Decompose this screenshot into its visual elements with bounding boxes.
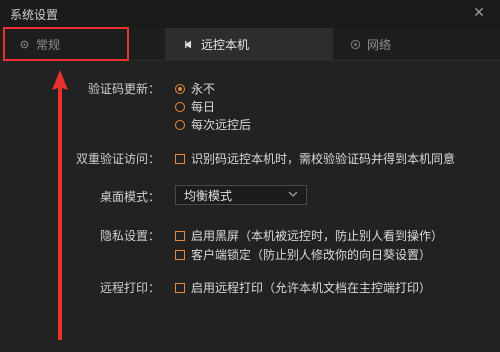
privacy-option-blackscreen[interactable]: 启用黑屏（本机被远控时，防止别人看到操作） [175,227,443,244]
radio-daily[interactable] [175,101,185,112]
radio-after-remote[interactable] [175,119,185,130]
settings-window: 系统设置 ✕ 常规 远控本机 网络 验证码更新： 永不 每日 每次远控后 双重验… [0,0,500,352]
two-step-label: 双重验证访问： [75,152,160,166]
two-step-checkbox[interactable] [175,153,185,164]
captcha-option-daily[interactable]: 每日 [175,98,215,115]
desktop-mode-label: 桌面模式： [99,190,160,204]
captcha-update-label: 验证码更新： [87,82,160,96]
privacy-option-client-lock[interactable]: 客户端锁定（防止别人修改你的向日葵设置） [175,246,431,263]
window-title: 系统设置 [10,7,59,22]
remote-print-option-label: 启用远程打印（允许本机文档在主控端打印） [191,281,432,295]
client-lock-checkbox[interactable] [175,249,185,260]
remote-icon [183,38,195,50]
two-step-option-label: 识别码远控本机时，需校验验证码并得到本机同意 [191,152,456,166]
captcha-option-after-remote[interactable]: 每次远控后 [175,116,251,133]
title-bar: 系统设置 ✕ [0,0,500,28]
blackscreen-checkbox[interactable] [175,230,185,241]
remote-print-label: 远程打印： [99,281,160,295]
desktop-mode-value: 均衡模式 [184,188,233,203]
desktop-mode-select[interactable]: 均衡模式 [175,185,307,205]
close-icon[interactable]: ✕ [472,6,486,20]
privacy-option-blackscreen-label: 启用黑屏（本机被远控时，防止别人看到操作） [191,229,444,243]
tab-network[interactable]: 网络 [333,28,500,60]
remote-print-option[interactable]: 启用远程打印（允许本机文档在主控端打印） [175,279,431,296]
captcha-option-never-label: 永不 [191,82,216,96]
globe-icon [349,38,361,50]
tab-remote-control-label: 远控本机 [201,37,250,52]
captcha-option-daily-label: 每日 [191,100,216,114]
captcha-option-never[interactable]: 永不 [175,80,215,97]
remote-print-checkbox[interactable] [175,282,185,293]
chevron-down-icon [288,189,298,202]
annotation-highlight-box [3,27,129,61]
privacy-option-client-lock-label: 客户端锁定（防止别人修改你的向日葵设置） [191,248,432,262]
tab-remote-control[interactable]: 远控本机 [165,28,333,60]
tab-network-label: 网络 [367,37,392,52]
captcha-option-after-remote-label: 每次远控后 [191,118,252,132]
two-step-option[interactable]: 识别码远控本机时，需校验验证码并得到本机同意 [175,150,455,167]
settings-content: 验证码更新： 永不 每日 每次远控后 双重验证访问： 识别码远控本机时，需校验验… [0,61,500,352]
privacy-label: 隐私设置： [99,229,160,243]
radio-never[interactable] [175,83,185,94]
